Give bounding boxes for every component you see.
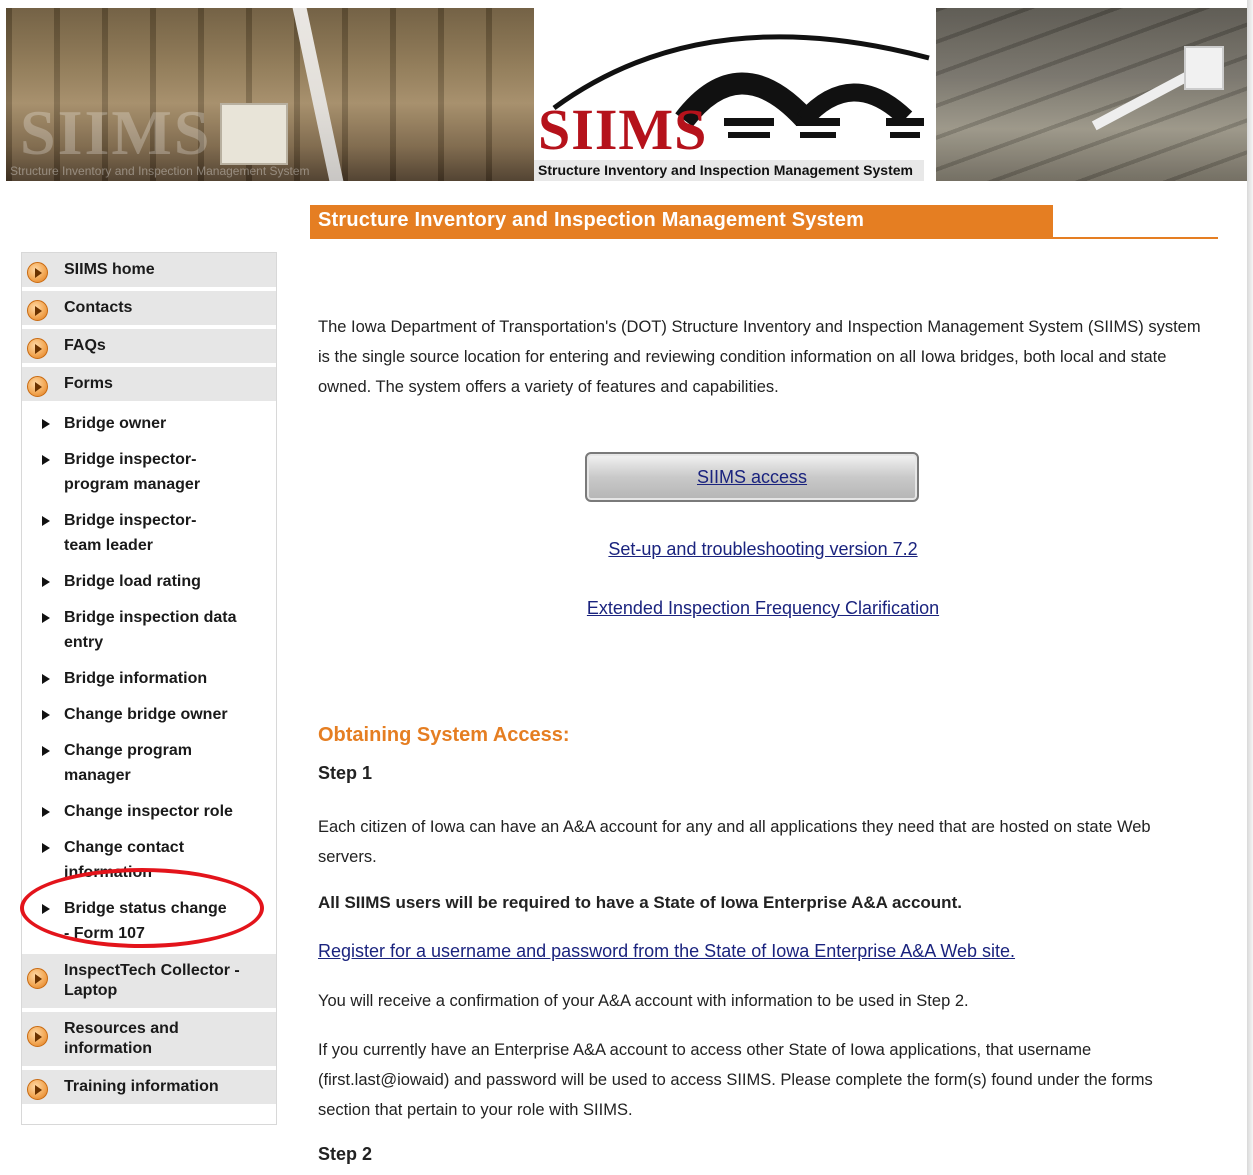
sidebar-item-label: Forms (64, 375, 113, 392)
sidebar-item-label: Resources and information (64, 1020, 179, 1057)
banner-ghost-logo: SIIMS (20, 97, 212, 168)
confirmation-paragraph: You will receive a confirmation of your … (318, 992, 969, 1010)
subitem-label: Bridge inspection data entry (64, 609, 237, 651)
arrow-circle-icon (27, 1079, 48, 1100)
existing-account-paragraph: If you currently have an Enterprise A&A … (318, 1041, 1153, 1119)
setup-link-row: Set-up and troubleshooting version 7.2 (318, 539, 1208, 560)
logo-subtitle: Structure Inventory and Inspection Manag… (534, 160, 924, 181)
setup-troubleshooting-link[interactable]: Set-up and troubleshooting version 7.2 (608, 539, 917, 559)
sidebar-nav: SIIMS home Contacts FAQs Forms Bridge ow… (21, 252, 277, 1125)
arrow-circle-icon (27, 262, 48, 283)
sidebar-item-label: Training information (64, 1078, 219, 1095)
triangle-bullet-icon (42, 807, 50, 817)
triangle-bullet-icon (42, 455, 50, 465)
register-link-row: Register for a username and password fro… (318, 936, 1208, 966)
sidebar-item-faqs[interactable]: FAQs (22, 329, 276, 367)
subitem-change-program-manager[interactable]: Change program manager (22, 738, 244, 788)
intro-paragraph: The Iowa Department of Transportation's … (318, 318, 1201, 396)
siims-access-label: SIIMS access (696, 466, 808, 487)
red-highlight-circle (20, 868, 264, 948)
step1-heading: Step 1 (318, 763, 373, 783)
section-heading: Obtaining System Access: (318, 724, 570, 746)
logo-text: SIIMS (538, 97, 708, 162)
subitem-bridge-owner[interactable]: Bridge owner (22, 411, 252, 436)
sidebar-item-forms[interactable]: Forms (22, 367, 276, 405)
arrow-circle-icon (27, 376, 48, 397)
extended-link-row: Extended Inspection Frequency Clarificat… (318, 598, 1208, 619)
subitem-change-inspector-role[interactable]: Change inspector role (22, 799, 276, 824)
subitem-label: Bridge inspector-program manager (64, 451, 201, 493)
banner-photo-right (936, 8, 1248, 181)
arrow-circle-icon (27, 968, 48, 989)
arrow-circle-icon (27, 338, 48, 359)
requirement-statement: All SIIMS users will be required to have… (318, 893, 962, 912)
triangle-bullet-icon (42, 843, 50, 853)
bucket-lift-image (220, 103, 288, 165)
subitem-bridge-load-rating[interactable]: Bridge load rating (22, 569, 276, 594)
subitem-bridge-inspector-program-manager[interactable]: Bridge inspector-program manager (22, 447, 244, 497)
subitem-bridge-inspection-data-entry[interactable]: Bridge inspection data entry (22, 605, 252, 655)
step1-paragraph: Each citizen of Iowa can have an A&A acc… (318, 818, 1151, 866)
triangle-bullet-icon (42, 419, 50, 429)
subitem-label: Change inspector role (64, 803, 233, 820)
sidebar-item-label: SIIMS home (64, 261, 155, 278)
subitem-label: Bridge owner (64, 415, 167, 432)
arrow-circle-icon (27, 300, 48, 321)
siims-access-button[interactable]: SIIMS access (585, 452, 919, 502)
subitem-label: Bridge load rating (64, 573, 201, 590)
subitem-label: Change program manager (64, 742, 193, 784)
sidebar-item-training[interactable]: Training information (22, 1070, 276, 1108)
page-title: Structure Inventory and Inspection Manag… (310, 205, 1053, 238)
step2-heading: Step 2 (318, 1144, 373, 1164)
triangle-bullet-icon (42, 674, 50, 684)
banner-photo-left: SIIMS Structure Inventory and Inspection… (6, 8, 534, 181)
sidebar-item-label: FAQs (64, 337, 106, 354)
sidebar-item-contacts[interactable]: Contacts (22, 291, 276, 329)
triangle-bullet-icon (42, 516, 50, 526)
sidebar-item-label: InspectTech Collector - Laptop (64, 962, 240, 999)
subitem-change-bridge-owner[interactable]: Change bridge owner (22, 702, 276, 727)
triangle-bullet-icon (42, 613, 50, 623)
triangle-bullet-icon (42, 710, 50, 720)
subitem-label: Change bridge owner (64, 706, 228, 723)
page-edge (1247, 0, 1253, 1175)
banner-ghost-subtitle: Structure Inventory and Inspection Manag… (10, 164, 310, 178)
extended-inspection-link[interactable]: Extended Inspection Frequency Clarificat… (587, 598, 939, 618)
title-divider (310, 237, 1218, 239)
sidebar-item-siims-home[interactable]: SIIMS home (22, 253, 276, 291)
subitem-label: Bridge inspector-team leader (64, 512, 197, 554)
sidebar-item-label: Contacts (64, 299, 133, 316)
subitem-label: Bridge information (64, 670, 208, 687)
siims-logo: SIIMS Structure Inventory and Inspection… (534, 8, 936, 181)
subitem-bridge-information[interactable]: Bridge information (22, 666, 276, 691)
register-link[interactable]: Register for a username and password fro… (318, 941, 1015, 961)
main-content: The Iowa Department of Transportation's … (318, 312, 1208, 402)
triangle-bullet-icon (42, 577, 50, 587)
subitem-bridge-inspector-team-leader[interactable]: Bridge inspector-team leader (22, 508, 232, 558)
sidebar-item-inspecttech-collector[interactable]: InspectTech Collector - Laptop (22, 954, 276, 1012)
sidebar-item-resources[interactable]: Resources and information (22, 1012, 276, 1070)
header-banner: SIIMS Structure Inventory and Inspection… (6, 8, 1248, 181)
triangle-bullet-icon (42, 746, 50, 756)
arrow-circle-icon (27, 1026, 48, 1047)
